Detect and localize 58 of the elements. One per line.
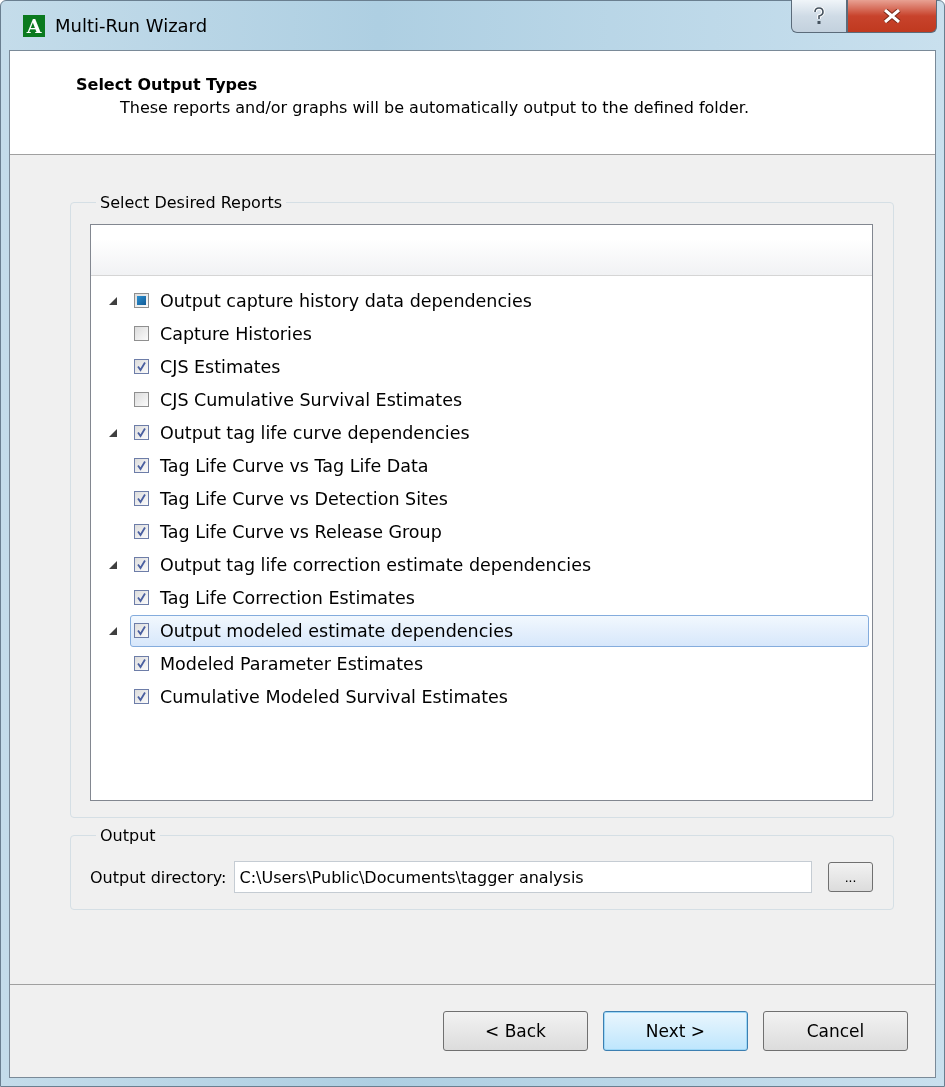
tree-item[interactable]: Modeled Parameter Estimates — [130, 647, 430, 680]
expanded-arrow-icon[interactable] — [108, 559, 118, 570]
browse-button[interactable]: ... — [828, 862, 873, 892]
tree-item-label: Modeled Parameter Estimates — [160, 653, 423, 674]
tree-item[interactable]: Tag Life Curve vs Tag Life Data — [130, 449, 436, 482]
tree-item-label: Output capture history data dependencies — [160, 290, 532, 311]
checkbox[interactable] — [134, 623, 149, 638]
tree-item[interactable]: Tag Life Curve vs Release Group — [130, 515, 449, 548]
tree-item-label: Tag Life Curve vs Detection Sites — [160, 488, 448, 509]
tree-item-label: Capture Histories — [160, 323, 312, 344]
tree-item-label: Tag Life Curve vs Release Group — [160, 521, 442, 542]
checkbox[interactable] — [134, 524, 149, 539]
tree-item[interactable]: CJS Cumulative Survival Estimates — [130, 383, 470, 416]
checkbox[interactable] — [134, 425, 149, 440]
tree-item[interactable]: Output tag life correction estimate dependencies — [130, 548, 599, 581]
expanded-arrow-icon[interactable] — [108, 295, 118, 306]
checkbox[interactable] — [134, 590, 149, 605]
checkbox[interactable] — [134, 689, 149, 704]
checkbox[interactable] — [134, 359, 149, 374]
checkbox[interactable] — [134, 392, 149, 407]
page-title: Select Output Types — [76, 75, 259, 94]
tree-item-label: CJS Estimates — [160, 356, 281, 377]
tree-item[interactable]: Output capture history data dependencies — [130, 284, 539, 317]
tree-item-label: Output modeled estimate dependencies — [160, 620, 514, 641]
tree-item[interactable]: CJS Estimates — [130, 350, 288, 383]
page-subtitle: These reports and/or graphs will be automatically output to the defined folder. — [120, 98, 750, 117]
wizard-button[interactable]: Next > — [603, 1011, 748, 1051]
group-title: Select Desired Reports — [99, 193, 284, 212]
tree-item[interactable]: Output modeled estimate dependencies — [130, 614, 869, 647]
wizard-button[interactable]: < Back — [443, 1011, 588, 1051]
group-title: Output — [99, 826, 157, 845]
tree-item[interactable]: Tag Life Curve vs Detection Sites — [130, 482, 455, 515]
checkbox[interactable] — [134, 557, 149, 572]
checkbox[interactable] — [134, 656, 149, 671]
tree-item-label: CJS Cumulative Survival Estimates — [160, 389, 463, 410]
app-icon: A — [23, 14, 45, 37]
tree-item-label: Tag Life Correction Estimates — [160, 587, 415, 608]
close-button[interactable] — [847, 0, 937, 33]
tree-item-label: Tag Life Curve vs Tag Life Data — [160, 455, 429, 476]
tree-item[interactable]: Cumulative Modeled Survival Estimates — [130, 680, 515, 713]
help-icon — [812, 7, 826, 25]
expanded-arrow-icon[interactable] — [108, 625, 118, 636]
tree-item-label: Output tag life curve dependencies — [160, 422, 470, 443]
tree-item-label: Output tag life correction estimate dependencies — [160, 554, 592, 575]
directory-field[interactable]: C:\Users\Public\Documents\tagger analysis — [234, 861, 812, 893]
checkbox[interactable] — [134, 458, 149, 473]
expanded-arrow-icon[interactable] — [108, 427, 118, 438]
tree-item[interactable]: Tag Life Correction Estimates — [130, 581, 422, 614]
tree-item-label: Cumulative Modeled Survival Estimates — [160, 686, 508, 707]
checkbox[interactable] — [134, 491, 149, 506]
tree-item[interactable]: Output tag life curve dependencies — [130, 416, 477, 449]
help-button[interactable] — [791, 0, 847, 33]
tree-item[interactable]: Capture Histories — [130, 317, 319, 350]
checkbox[interactable] — [134, 326, 149, 341]
wizard-button[interactable]: Cancel — [763, 1011, 908, 1051]
window-title: Multi-Run Wizard — [55, 15, 208, 36]
field-label: Output directory: — [90, 867, 227, 887]
close-icon — [883, 9, 901, 23]
